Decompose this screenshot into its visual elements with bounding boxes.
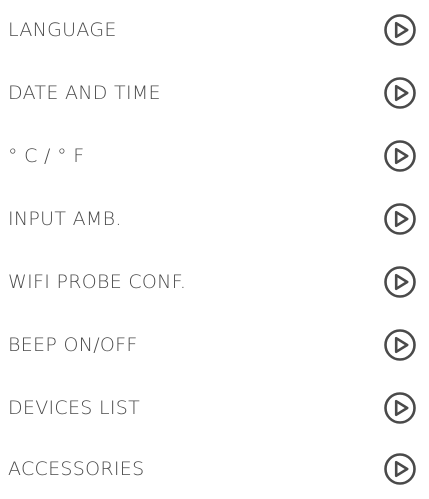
play-circle-icon[interactable] — [383, 391, 417, 425]
settings-menu: LANGUAGE DATE AND TIME ° C / ° F INPUT A… — [0, 0, 429, 499]
menu-item-wifi-probe-conf[interactable]: WIFI PROBE CONF. — [0, 252, 429, 312]
play-circle-icon[interactable] — [383, 265, 417, 299]
play-circle-icon[interactable] — [383, 76, 417, 110]
menu-item-input-amb[interactable]: INPUT AMB. — [0, 189, 429, 249]
menu-item-accessories[interactable]: ACCESSORIES — [0, 439, 429, 499]
menu-item-beep-on-off[interactable]: BEEP ON/OFF — [0, 315, 429, 375]
play-circle-icon[interactable] — [383, 202, 417, 236]
menu-item-temperature-unit[interactable]: ° C / ° F — [0, 126, 429, 186]
menu-item-label: DATE AND TIME — [8, 82, 161, 104]
menu-item-label: ACCESSORIES — [8, 458, 145, 480]
play-circle-icon[interactable] — [383, 452, 417, 486]
menu-item-label: ° C / ° F — [8, 145, 85, 167]
menu-item-date-and-time[interactable]: DATE AND TIME — [0, 63, 429, 123]
menu-item-devices-list[interactable]: DEVICES LIST — [0, 378, 429, 438]
play-circle-icon[interactable] — [383, 139, 417, 173]
menu-item-label: INPUT AMB. — [8, 208, 122, 230]
menu-item-language[interactable]: LANGUAGE — [0, 0, 429, 60]
menu-item-label: LANGUAGE — [8, 19, 117, 41]
menu-item-label: BEEP ON/OFF — [8, 334, 138, 356]
menu-item-label: DEVICES LIST — [8, 397, 141, 419]
play-circle-icon[interactable] — [383, 13, 417, 47]
play-circle-icon[interactable] — [383, 328, 417, 362]
menu-item-label: WIFI PROBE CONF. — [8, 271, 187, 293]
